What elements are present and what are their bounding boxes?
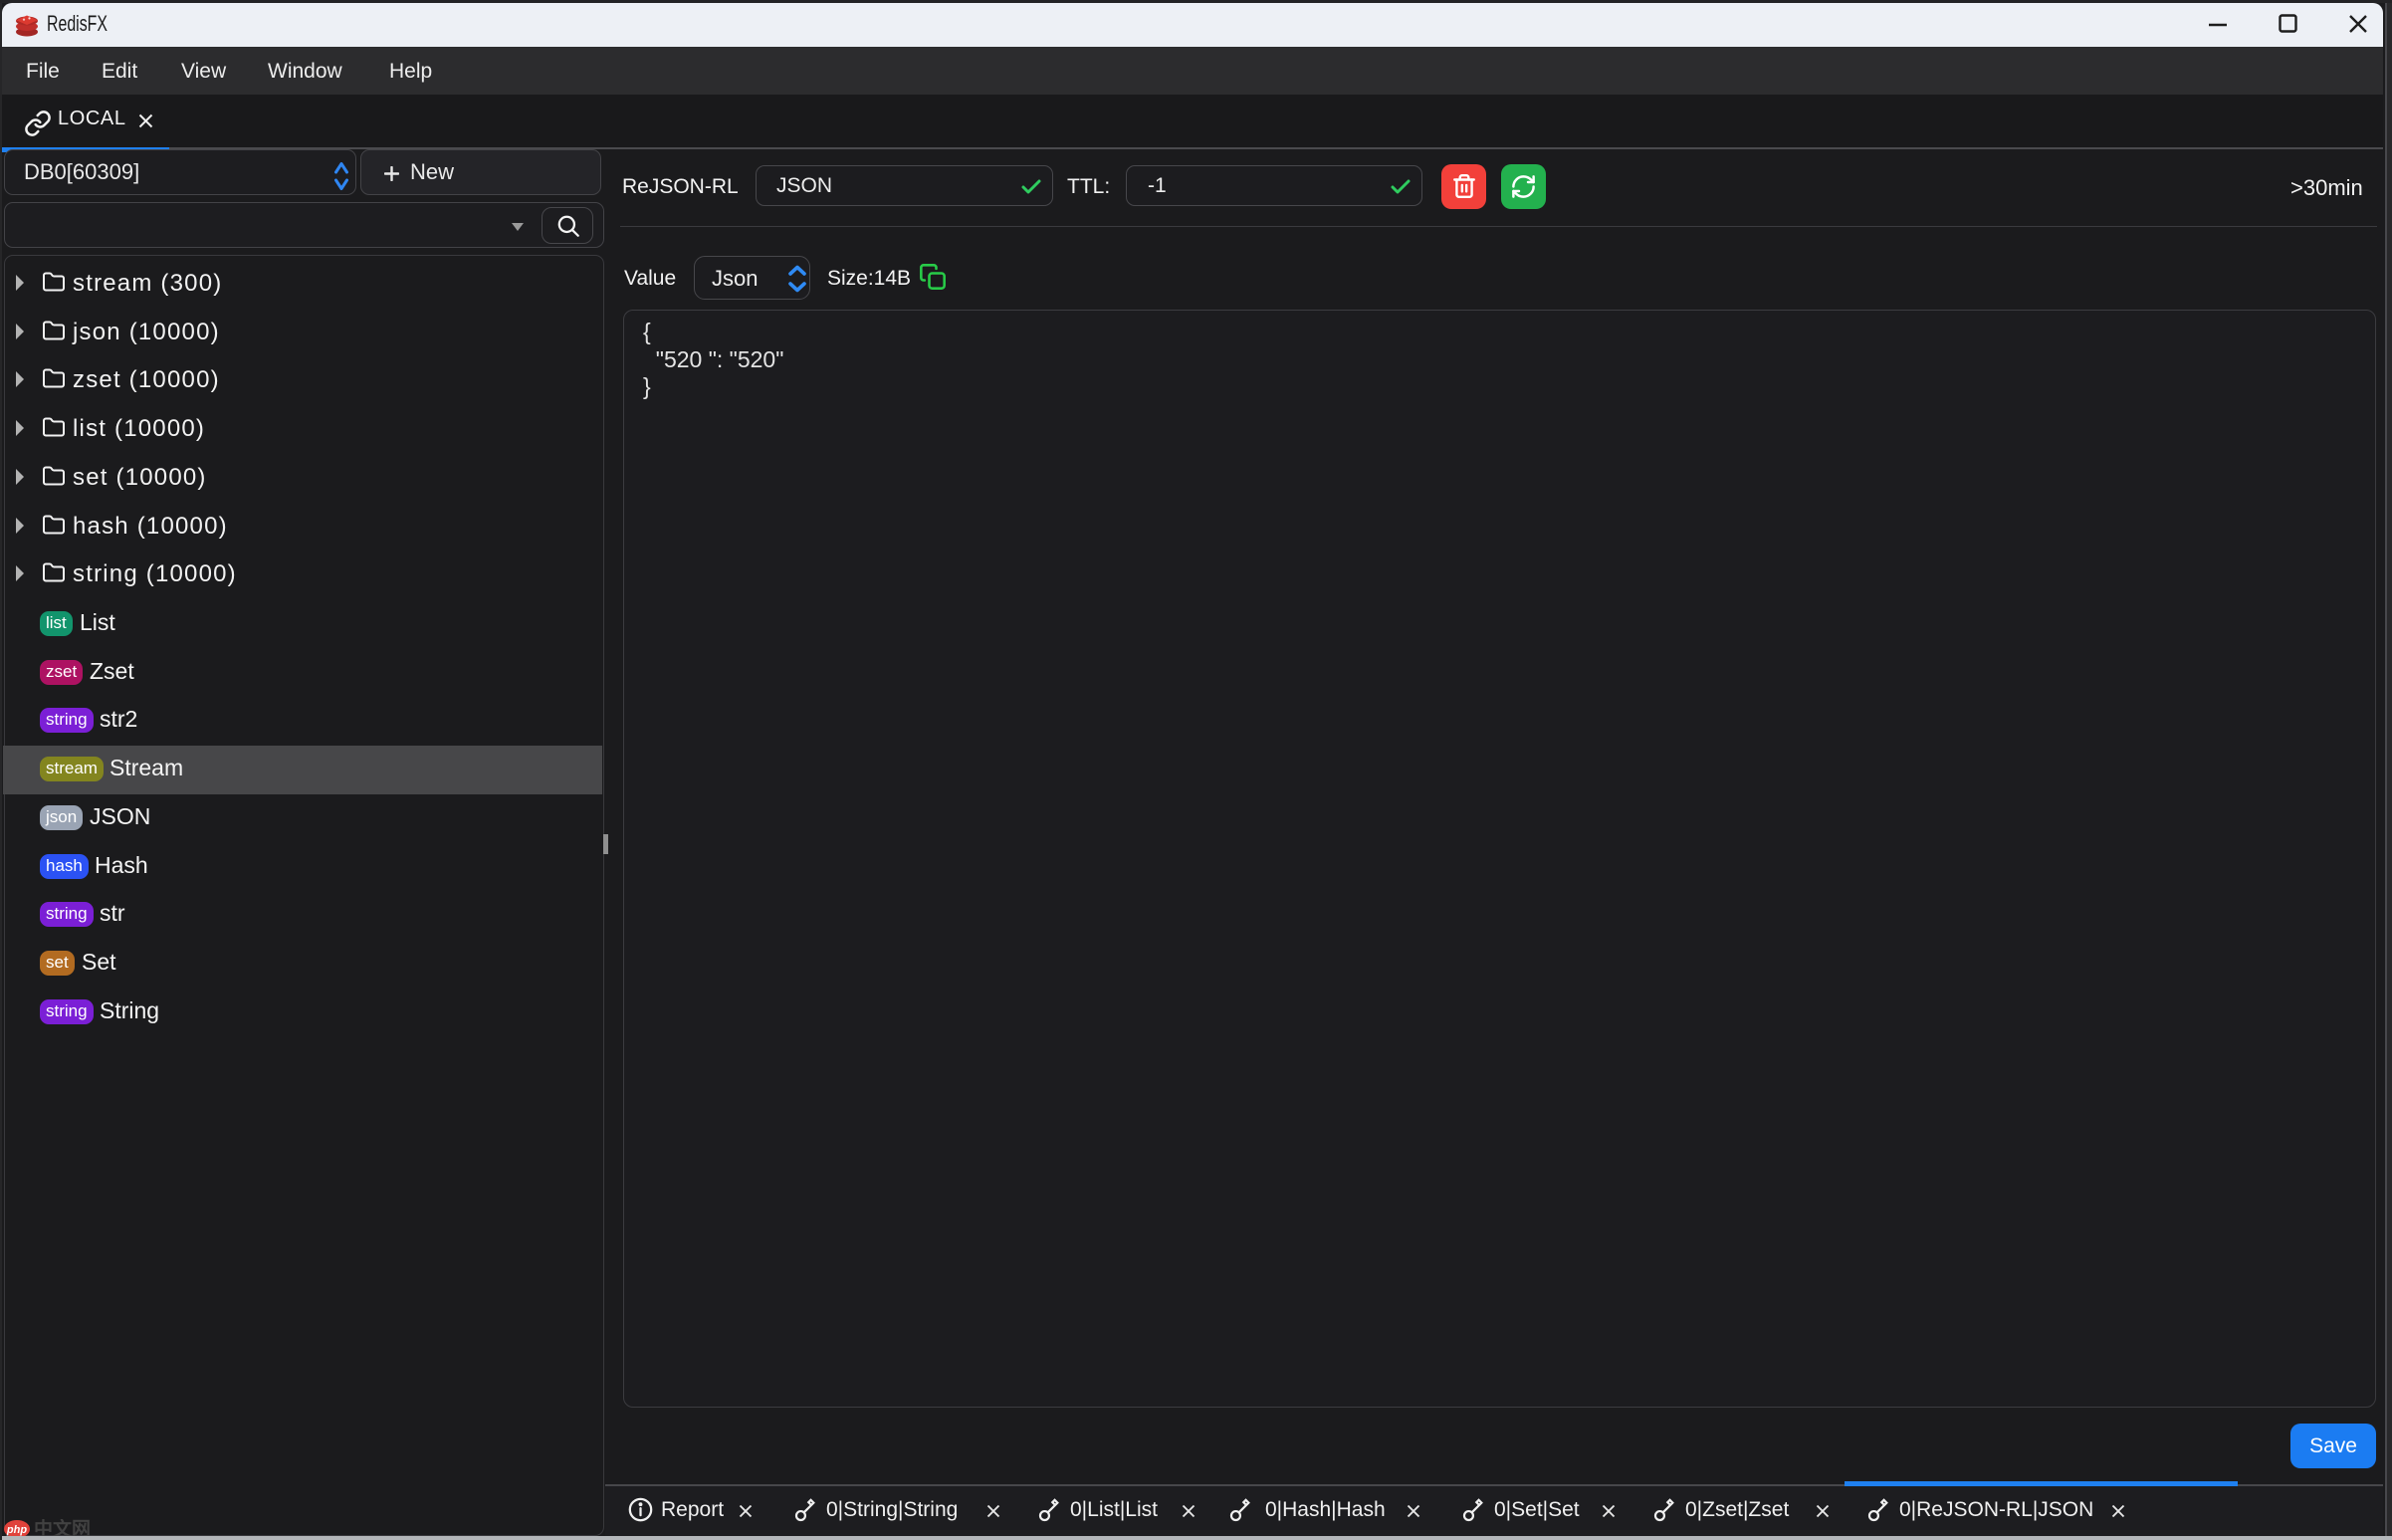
- svg-text:RedisFX: RedisFX: [47, 12, 108, 36]
- svg-text:php: php: [6, 1524, 27, 1536]
- svg-text:中文网: 中文网: [34, 1519, 91, 1537]
